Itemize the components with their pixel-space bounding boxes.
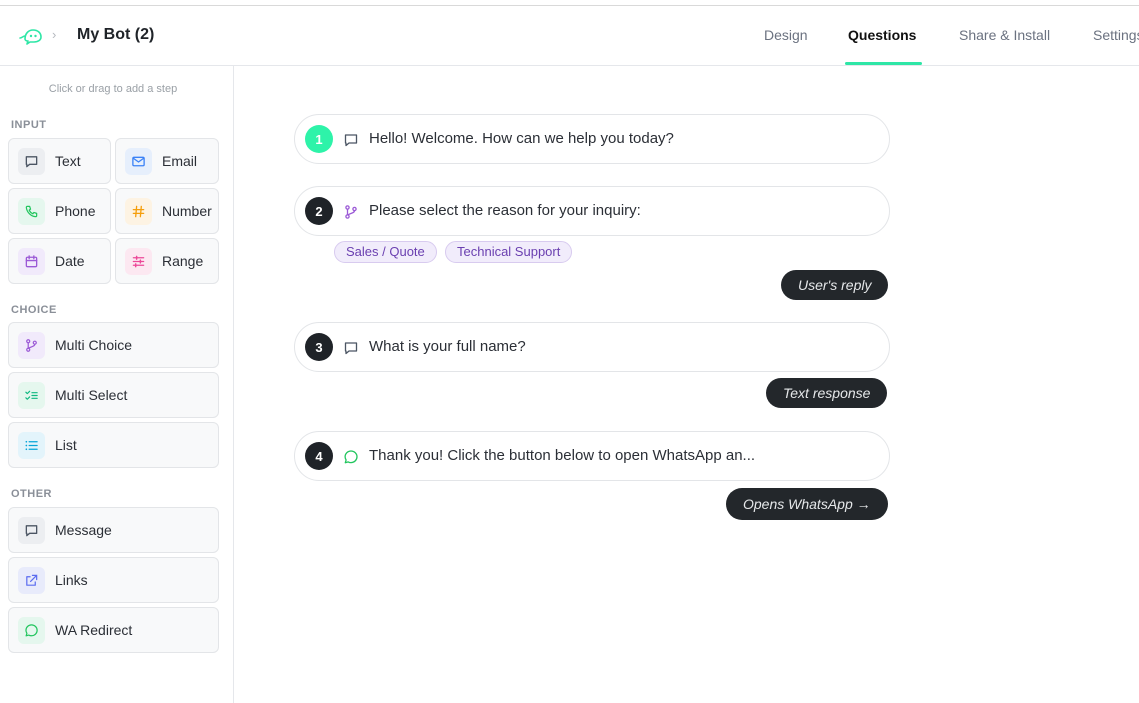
whatsapp-icon — [344, 450, 358, 464]
phone-icon — [18, 198, 45, 225]
question-text: What is your full name? — [369, 338, 526, 355]
step-tile-label: Multi Choice — [55, 337, 133, 353]
git-branch-icon — [18, 332, 45, 359]
step-tile-label: Email — [162, 153, 198, 169]
breadcrumb-separator: › — [52, 27, 57, 42]
step-tile-label: Links — [55, 572, 88, 588]
section-label-input: INPUT — [11, 119, 47, 131]
step-tile-label: List — [55, 437, 77, 453]
step-tile-range[interactable]: Range — [115, 238, 219, 284]
tab-questions[interactable]: Questions — [848, 27, 916, 43]
question-text: Thank you! Click the button below to ope… — [369, 447, 756, 464]
message-square-icon — [344, 134, 358, 147]
step-tile-label: Range — [162, 253, 204, 269]
step-tile-email[interactable]: Email — [115, 138, 219, 184]
step-palette-sidebar: Click or drag to add a step INPUT Text E… — [0, 66, 234, 703]
question-step-2[interactable]: 2 Please select the reason for your inqu… — [294, 186, 890, 236]
section-label-choice: CHOICE — [11, 304, 57, 316]
palette-hint: Click or drag to add a step — [48, 83, 178, 95]
question-text: Please select the reason for your inquir… — [369, 202, 641, 219]
step-tile-message[interactable]: Message — [8, 507, 219, 553]
message-square-icon — [18, 517, 45, 544]
question-step-1[interactable]: 1 Hello! Welcome. How can we help you to… — [294, 114, 890, 164]
reply-type-pill[interactable]: User's reply — [781, 270, 889, 300]
tab-settings[interactable]: Settings — [1093, 27, 1139, 43]
step-tile-label: Multi Select — [55, 387, 128, 403]
step-tile-label: Number — [162, 203, 212, 219]
step-tile-number[interactable]: Number — [115, 188, 219, 234]
step-tile-label: WA Redirect — [55, 622, 133, 638]
app-header: › My Bot (2) Design Questions Share & In… — [0, 6, 1139, 66]
step-tile-label: Phone — [55, 203, 96, 219]
message-square-icon — [18, 148, 45, 175]
reply-type-pill[interactable]: Opens WhatsApp → — [726, 488, 888, 520]
step-number-badge: 2 — [305, 197, 333, 225]
reply-type-pill[interactable]: Text response — [766, 378, 888, 408]
list-checks-icon — [18, 382, 45, 409]
mail-icon — [125, 148, 152, 175]
external-link-icon — [18, 567, 45, 594]
step-tile-label: Text — [55, 153, 81, 169]
sliders-icon — [125, 248, 152, 275]
step-number-badge: 4 — [305, 442, 333, 470]
step-tile-wa-redirect[interactable]: WA Redirect — [8, 607, 219, 653]
option-chip[interactable]: Sales / Quote — [334, 241, 437, 263]
section-label-other: OTHER — [11, 488, 52, 500]
active-tab-indicator — [845, 62, 922, 65]
message-square-icon — [344, 342, 358, 355]
list-icon — [18, 432, 45, 459]
bot-name-title[interactable]: My Bot (2) — [77, 26, 154, 44]
tab-share-install[interactable]: Share & Install — [959, 27, 1050, 43]
option-chip[interactable]: Technical Support — [445, 241, 573, 263]
step-number-badge: 3 — [305, 333, 333, 361]
step-tile-text[interactable]: Text — [8, 138, 111, 184]
step-tile-multi-select[interactable]: Multi Select — [8, 372, 219, 418]
step-tile-label: Date — [55, 253, 85, 269]
calendar-icon — [18, 248, 45, 275]
git-branch-icon — [345, 205, 357, 219]
question-step-4[interactable]: 4 Thank you! Click the button below to o… — [294, 431, 890, 481]
question-step-3[interactable]: 3 What is your full name? — [294, 322, 890, 372]
whatsapp-icon — [18, 617, 45, 644]
tab-design[interactable]: Design — [764, 27, 808, 43]
step-tile-phone[interactable]: Phone — [8, 188, 111, 234]
step-tile-list[interactable]: List — [8, 422, 219, 468]
step-tile-label: Message — [55, 522, 112, 538]
step-tile-multi-choice[interactable]: Multi Choice — [8, 322, 219, 368]
bot-logo-icon[interactable] — [18, 27, 44, 45]
step-number-badge: 1 — [305, 125, 333, 153]
step-tile-links[interactable]: Links — [8, 557, 219, 603]
hash-icon — [125, 198, 152, 225]
step-tile-date[interactable]: Date — [8, 238, 111, 284]
question-text: Hello! Welcome. How can we help you toda… — [369, 130, 674, 147]
